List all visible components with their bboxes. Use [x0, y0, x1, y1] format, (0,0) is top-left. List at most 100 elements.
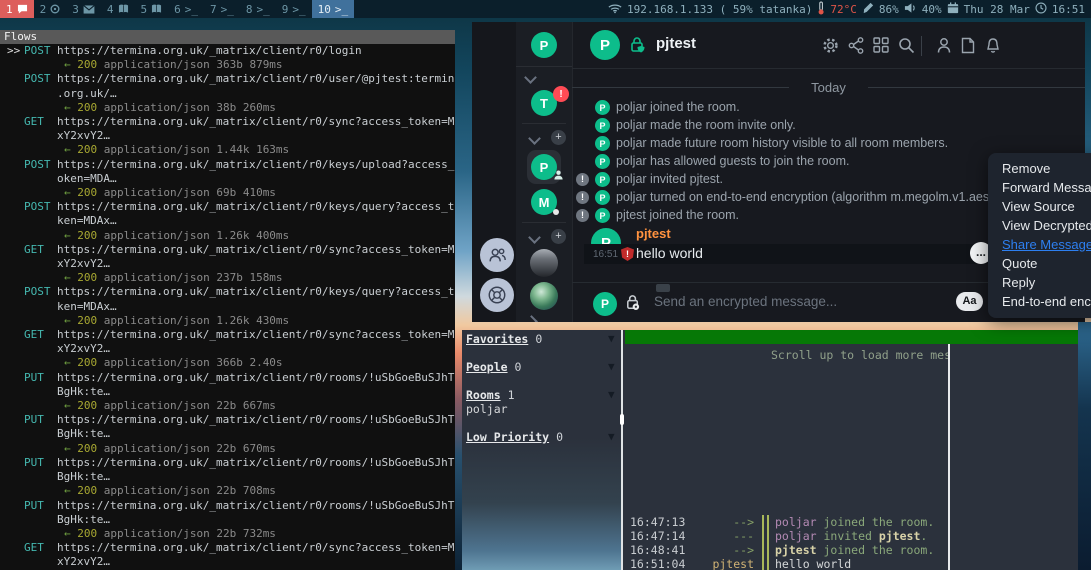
flow-entry[interactable]: PUThttps://termina.org.uk/_matrix/client…	[0, 499, 455, 513]
flow-entry[interactable]: >>POSThttps://termina.org.uk/_matrix/cli…	[0, 44, 455, 58]
menu-item-forward-message[interactable]: Forward Message	[988, 178, 1091, 197]
settings-icon[interactable]	[822, 37, 840, 55]
flow-entry[interactable]: POSThttps://termina.org.uk/_matrix/clien…	[0, 200, 455, 214]
room-list-item[interactable]	[530, 282, 558, 310]
search-icon[interactable]	[898, 37, 916, 55]
timeline-event: Ppoljar made future room history visible…	[572, 136, 1077, 153]
response-meta: application/json 38b 260ms	[97, 101, 276, 114]
gomuks-message-row: 16:51:04pjtesthello world	[630, 557, 851, 570]
flow-url-continued: BgHk:te…	[0, 385, 455, 399]
sidebar-section-low-priority[interactable]: Low Priority0	[466, 430, 563, 444]
add-room-button[interactable]: +	[551, 229, 566, 244]
text-segment: joined the room.	[817, 543, 935, 557]
menu-item-share-message[interactable]: Share Message	[988, 235, 1091, 254]
room-list-item[interactable]: T!	[531, 90, 557, 116]
workspace-6[interactable]: 6>_	[168, 0, 204, 18]
chevron-down-icon	[524, 71, 537, 84]
notification-badge: !	[553, 86, 569, 102]
flow-entry[interactable]: POSThttps://termina.org.uk/_matrix/clien…	[0, 285, 455, 299]
workspace-7[interactable]: 7>_	[204, 0, 240, 18]
user-menu[interactable]: P	[516, 22, 572, 67]
workspace-4[interactable]: 4	[101, 0, 135, 18]
flow-entry[interactable]: POSThttps://termina.org.uk/_matrix/clien…	[0, 72, 455, 86]
workspace-1[interactable]: 1	[0, 0, 34, 18]
terminal-icon: >_	[221, 3, 234, 16]
workspace-2[interactable]: 2	[34, 0, 67, 18]
flow-entry[interactable]: PUThttps://termina.org.uk/_matrix/client…	[0, 413, 455, 427]
flow-entry[interactable]: GEThttps://termina.org.uk/_matrix/client…	[0, 115, 455, 129]
menu-item-view-decrypted-source[interactable]: View Decrypted Source	[988, 216, 1091, 235]
event-avatar: P	[595, 100, 610, 115]
response-arrow: ←	[64, 101, 77, 114]
explore-button[interactable]	[480, 278, 514, 312]
workspace-number: 6	[174, 3, 181, 16]
workspace-9[interactable]: 9>_	[276, 0, 312, 18]
response-arrow: ←	[64, 399, 77, 412]
gomuks-timestamp: 16:51:04	[630, 557, 692, 570]
gomuks-timestamp: 16:47:13	[630, 515, 692, 529]
flow-url: https://termina.org.uk/_matrix/client/r0…	[57, 44, 362, 57]
menu-item-reply[interactable]: Reply	[988, 273, 1091, 292]
room-list-item[interactable]	[530, 249, 558, 277]
tower-room-avatar	[530, 249, 558, 277]
menu-item-quote[interactable]: Quote	[988, 254, 1091, 273]
collapse-triangle-icon[interactable]: ▼	[608, 360, 615, 373]
response-meta: application/json 1.26k 400ms	[97, 229, 289, 242]
message-row[interactable]: 16:51 ! hello world ...	[584, 244, 991, 264]
room-list-item[interactable]: M	[531, 189, 557, 215]
flow-method: PUT	[24, 371, 57, 385]
chevron-down-icon[interactable]	[522, 227, 539, 246]
expand-chevron[interactable]	[517, 317, 571, 322]
pen-icon	[862, 2, 874, 17]
workspace-10[interactable]: 10>_	[312, 0, 355, 18]
book-icon	[118, 4, 129, 14]
terminal-icon: >_	[292, 3, 305, 16]
sidebar-section-people[interactable]: People0	[466, 360, 521, 374]
add-room-button[interactable]: +	[551, 130, 566, 145]
response-code: 200	[77, 229, 97, 242]
room-list-item[interactable]: P	[527, 150, 561, 184]
flows-list[interactable]: >>POSThttps://termina.org.uk/_matrix/cli…	[0, 44, 455, 570]
collapse-triangle-icon[interactable]: ▼	[608, 332, 615, 345]
workspace-3[interactable]: 3	[66, 0, 101, 18]
flow-entry[interactable]: PUThttps://termina.org.uk/_matrix/client…	[0, 371, 455, 385]
files-icon[interactable]	[961, 37, 979, 55]
flow-url-continued: xY2xvY2…	[0, 257, 455, 271]
sidebar-room-item[interactable]: poljar	[466, 402, 508, 416]
share-icon[interactable]	[848, 37, 866, 55]
flow-url: https://termina.org.uk/_matrix/client/r0…	[57, 371, 455, 384]
response-arrow: ←	[64, 527, 77, 540]
flow-entry[interactable]: GEThttps://termina.org.uk/_matrix/client…	[0, 541, 455, 555]
members-icon[interactable]	[936, 37, 954, 55]
flow-entry[interactable]: GEThttps://termina.org.uk/_matrix/client…	[0, 328, 455, 342]
collapse-triangle-icon[interactable]: ▼	[608, 388, 615, 401]
formatting-button[interactable]: Aa	[956, 292, 983, 311]
flow-entry[interactable]: POSThttps://termina.org.uk/_matrix/clien…	[0, 158, 455, 172]
menu-item-view-source[interactable]: View Source	[988, 197, 1091, 216]
user-avatar[interactable]: P	[531, 32, 557, 58]
apps-grid-icon[interactable]	[873, 37, 891, 55]
response-meta: application/json 1.26k 430ms	[97, 314, 289, 327]
flow-method: POST	[24, 158, 57, 172]
workspace-8[interactable]: 8>_	[240, 0, 276, 18]
response-code: 200	[77, 484, 97, 497]
flow-entry[interactable]: PUThttps://termina.org.uk/_matrix/client…	[0, 456, 455, 470]
workspace-number: 10	[318, 3, 331, 16]
collapse-chevron-icon[interactable]	[518, 73, 570, 85]
workspace-5[interactable]: 5	[135, 0, 169, 18]
room-avatar[interactable]: P	[590, 30, 620, 60]
message-timestamp: 16:51	[593, 249, 618, 260]
room-list-divider	[522, 222, 566, 223]
taskbar: 123456>_7>_8>_9>_10>_ 192.168.1.133 ( 59…	[0, 0, 1091, 18]
chevron-down-icon[interactable]	[522, 128, 539, 147]
notifications-icon[interactable]	[985, 37, 1003, 55]
sidebar-section-rooms[interactable]: Rooms1	[466, 388, 515, 402]
response-meta: application/json 22b 667ms	[97, 399, 276, 412]
sidebar-section-favorites[interactable]: Favorites0	[466, 332, 542, 346]
flow-entry[interactable]: GEThttps://termina.org.uk/_matrix/client…	[0, 243, 455, 257]
menu-item-remove[interactable]: Remove	[988, 159, 1091, 178]
collapse-triangle-icon[interactable]: ▼	[608, 430, 615, 443]
menu-item-end-to-end-encryption[interactable]: End-to-end encryption	[988, 292, 1091, 311]
people-button[interactable]	[480, 238, 514, 272]
message-input[interactable]: Send an encrypted message...	[654, 294, 837, 309]
